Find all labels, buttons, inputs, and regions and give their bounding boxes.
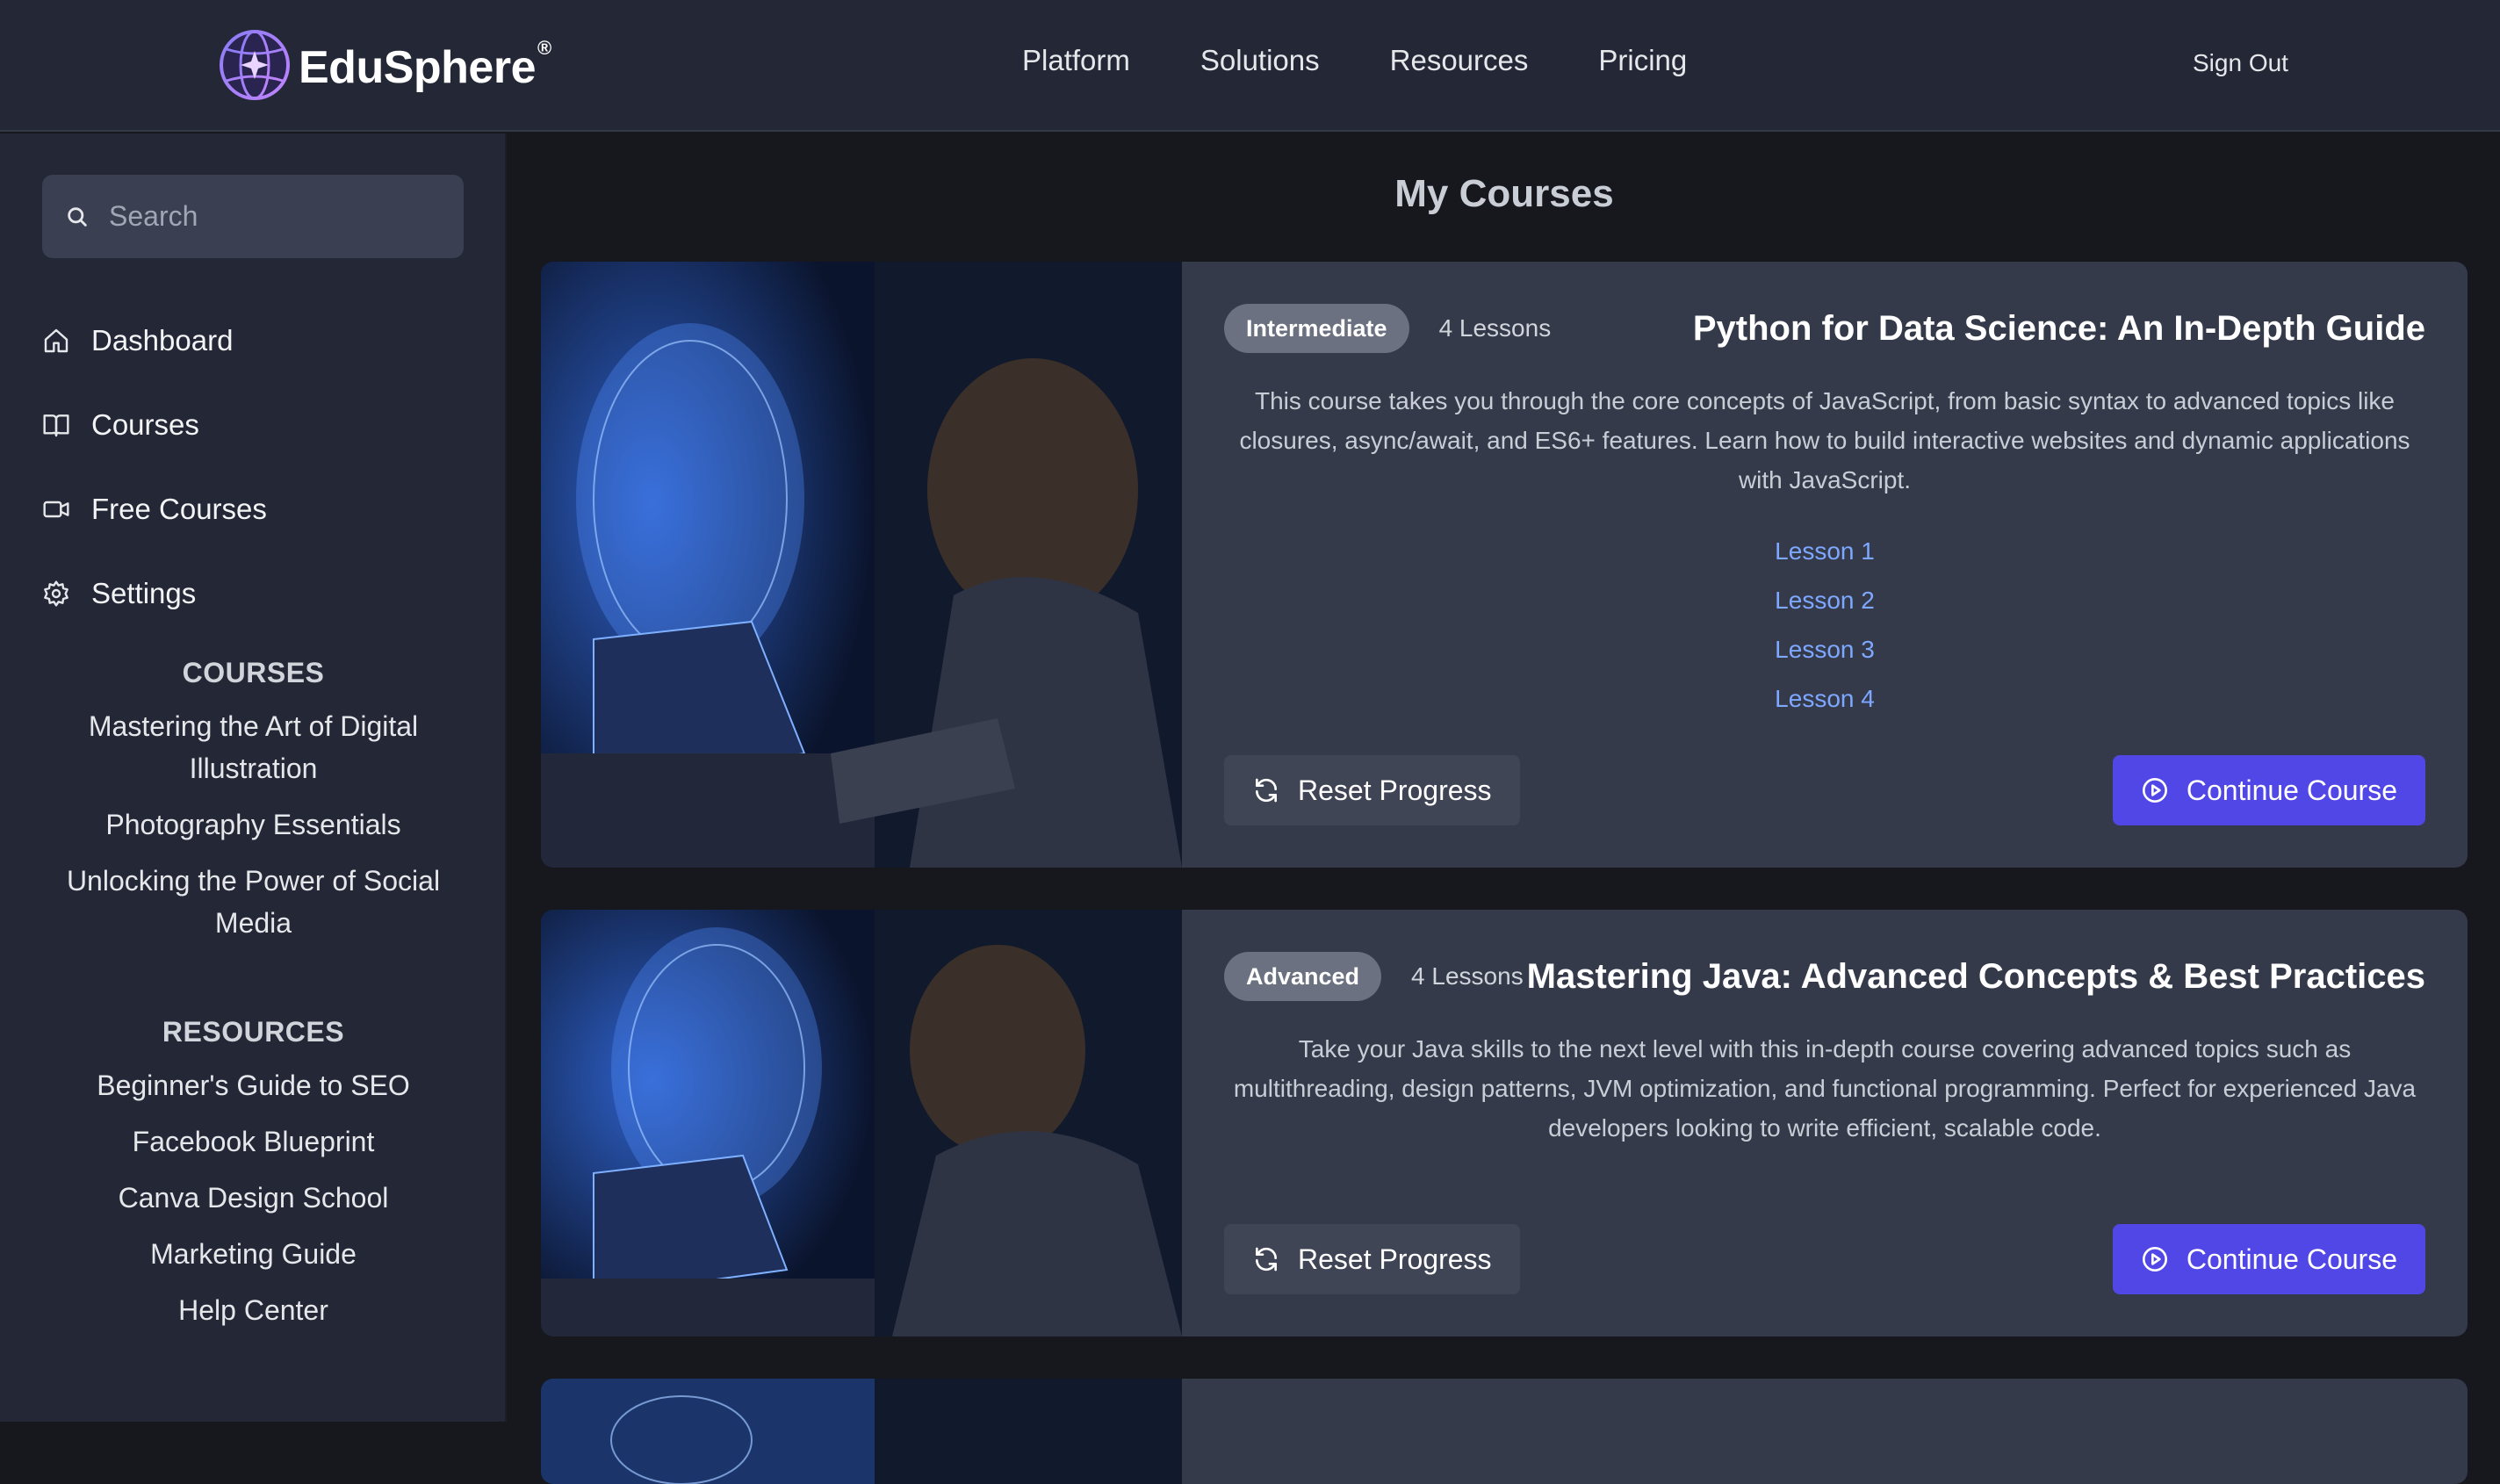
sidebar: Dashboard Courses Free Courses Settings … [0, 133, 507, 1422]
lesson-link[interactable]: Lesson 4 [1182, 674, 2468, 724]
reset-progress-label: Reset Progress [1298, 1243, 1492, 1275]
top-nav: Platform Solutions Resources Pricing [1022, 44, 1687, 77]
search-icon [68, 206, 87, 227]
course-thumbnail [541, 1379, 1182, 1484]
sign-out-link[interactable]: Sign Out [2193, 49, 2288, 77]
continue-course-button[interactable]: Continue Course [2112, 755, 2425, 825]
refresh-icon [1256, 1247, 1277, 1271]
continue-course-label: Continue Course [2186, 774, 2397, 806]
continue-course-button[interactable]: Continue Course [2112, 1224, 2425, 1294]
course-card: Intermediate 4 Lessons Python for Data S… [541, 262, 2468, 868]
lessons-count: 4 Lessons [1411, 962, 1524, 990]
lesson-list: Lesson 1 Lesson 2 Lesson 3 Lesson 4 [1182, 527, 2468, 724]
nav-pricing[interactable]: Pricing [1598, 44, 1687, 77]
sidebar-item-label: Dashboard [91, 324, 234, 357]
sidebar-resource-link[interactable]: Facebook Blueprint [52, 1120, 456, 1163]
nav-platform[interactable]: Platform [1022, 44, 1130, 77]
search-box[interactable] [42, 175, 464, 258]
sidebar-item-free-courses[interactable]: Free Courses [42, 467, 267, 551]
play-circle-icon [2142, 778, 2167, 803]
search-input[interactable] [109, 200, 443, 233]
sidebar-resource-link[interactable]: Beginner's Guide to SEO [52, 1064, 456, 1106]
top-navbar: EduSphere® Platform Solutions Resources … [0, 0, 2500, 132]
sidebar-item-label: Courses [91, 408, 199, 441]
sidebar-course-link[interactable]: Mastering the Art of Digital Illustratio… [52, 705, 456, 789]
level-badge: Intermediate [1224, 304, 1409, 353]
page-title: My Courses [1394, 172, 1614, 215]
sidebar-item-dashboard[interactable]: Dashboard [42, 299, 267, 383]
reset-progress-button[interactable]: Reset Progress [1224, 755, 1520, 825]
course-thumbnail [541, 262, 1182, 868]
course-card: Advanced 4 Lessons Mastering Java: Advan… [541, 910, 2468, 1336]
sidebar-resource-link[interactable]: Help Center [52, 1289, 456, 1331]
lesson-link[interactable]: Lesson 1 [1182, 527, 2468, 576]
course-description: This course takes you through the core c… [1239, 387, 2410, 493]
globe-logo-icon [220, 30, 290, 100]
nav-resources[interactable]: Resources [1390, 44, 1529, 77]
sidebar-item-settings[interactable]: Settings [42, 551, 267, 636]
refresh-icon [1256, 778, 1277, 803]
video-icon [43, 501, 69, 518]
sidebar-resources-section: RESOURCES Beginner's Guide to SEO Facebo… [0, 1016, 507, 1345]
sidebar-item-label: Free Courses [91, 493, 267, 525]
gear-icon [44, 580, 68, 607]
course-description: Take your Java skills to the next level … [1233, 1035, 2417, 1142]
sidebar-resource-link[interactable]: Canva Design School [52, 1177, 456, 1219]
lessons-count: 4 Lessons [1438, 314, 1552, 342]
home-icon [44, 328, 68, 353]
course-title: Mastering Java: Advanced Concepts & Best… [1526, 956, 2425, 996]
sidebar-resources-heading: RESOURCES [162, 1016, 345, 1048]
sidebar-item-label: Settings [91, 577, 197, 609]
lesson-link[interactable]: Lesson 3 [1182, 625, 2468, 674]
sidebar-item-courses[interactable]: Courses [42, 383, 267, 467]
brand-name: EduSphere® [299, 36, 551, 93]
sidebar-course-link[interactable]: Unlocking the Power of Social Media [52, 860, 456, 944]
course-thumbnail [541, 910, 1182, 1336]
course-card [541, 1379, 2468, 1484]
sidebar-courses-section: COURSES Mastering the Art of Digital Ill… [0, 657, 507, 958]
sidebar-nav: Dashboard Courses Free Courses Settings [42, 299, 267, 636]
book-icon [43, 414, 69, 437]
reset-progress-button[interactable]: Reset Progress [1224, 1224, 1520, 1294]
play-circle-icon [2142, 1247, 2167, 1271]
sidebar-resource-link[interactable]: Marketing Guide [52, 1233, 456, 1275]
nav-solutions[interactable]: Solutions [1200, 44, 1320, 77]
registered-mark: ® [537, 36, 551, 59]
continue-course-label: Continue Course [2186, 1243, 2397, 1275]
reset-progress-label: Reset Progress [1298, 774, 1492, 806]
lesson-link[interactable]: Lesson 2 [1182, 576, 2468, 625]
sidebar-courses-heading: COURSES [182, 657, 325, 688]
brand[interactable]: EduSphere® [218, 28, 551, 102]
course-title: Python for Data Science: An In-Depth Gui… [1692, 308, 2425, 348]
level-badge: Advanced [1224, 952, 1382, 1001]
sidebar-course-link[interactable]: Photography Essentials [52, 803, 456, 846]
